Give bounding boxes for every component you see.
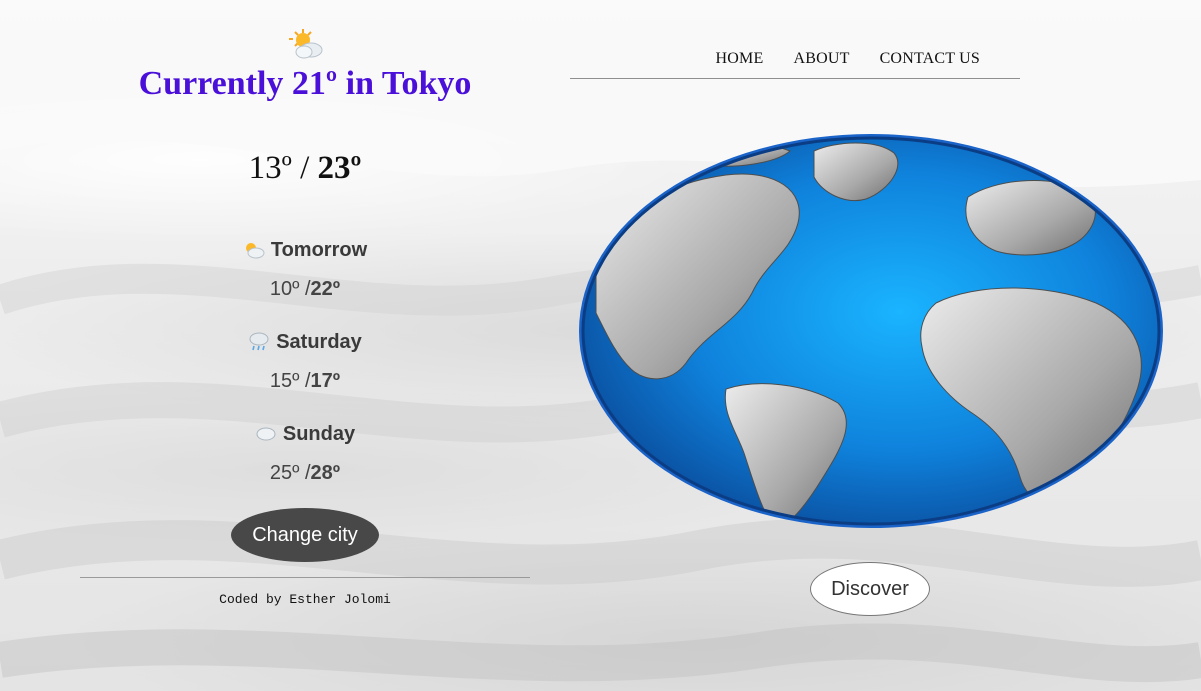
today-low: 13º [248,150,292,186]
forecast-high: 28º [310,462,341,484]
top-nav: HOME ABOUT CONTACT US [570,50,1020,68]
current-weather-title: Currently 21º in Tokyo [138,65,472,102]
forecast-low: 25º / [269,462,311,484]
snow-rain-cloud-icon [249,332,269,351]
forecast-day: Saturday 15º /17º [80,324,530,416]
forecast-day: Sunday 25º /28º [80,416,530,508]
forecast-day: Tomorrow 10º /22º [80,232,530,324]
today-temperature-range: 13º / 23º [80,150,530,187]
sun-behind-cloud-icon [289,29,323,59]
sun-behind-cloud-icon [245,243,265,259]
forecast-day-name: Saturday [276,331,362,353]
globe-image [579,134,1163,528]
today-high: 23º [317,150,362,186]
footer-credit: Coded by Esther Jolomi [219,592,391,607]
change-city-button[interactable]: Change city [231,508,379,562]
forecast-low: 15º / [269,370,311,392]
today-separator: / [291,150,318,186]
nav-about-link[interactable]: ABOUT [793,50,849,67]
forecast-low: 10º / [269,278,311,300]
forecast-day-name: Sunday [282,423,356,445]
discover-button[interactable]: Discover [810,562,930,616]
forecast-list: Tomorrow 10º /22º Saturday 15º /17º Sund… [80,232,530,508]
cloud-icon [256,427,276,441]
nav-home-link[interactable]: HOME [716,50,764,67]
forecast-high: 17º [310,370,341,392]
nav-contact-link[interactable]: CONTACT US [880,50,980,67]
nav-divider [570,78,1020,79]
forecast-day-name: Tomorrow [270,239,368,261]
footer-divider [80,577,530,578]
forecast-high: 22º [310,278,341,300]
